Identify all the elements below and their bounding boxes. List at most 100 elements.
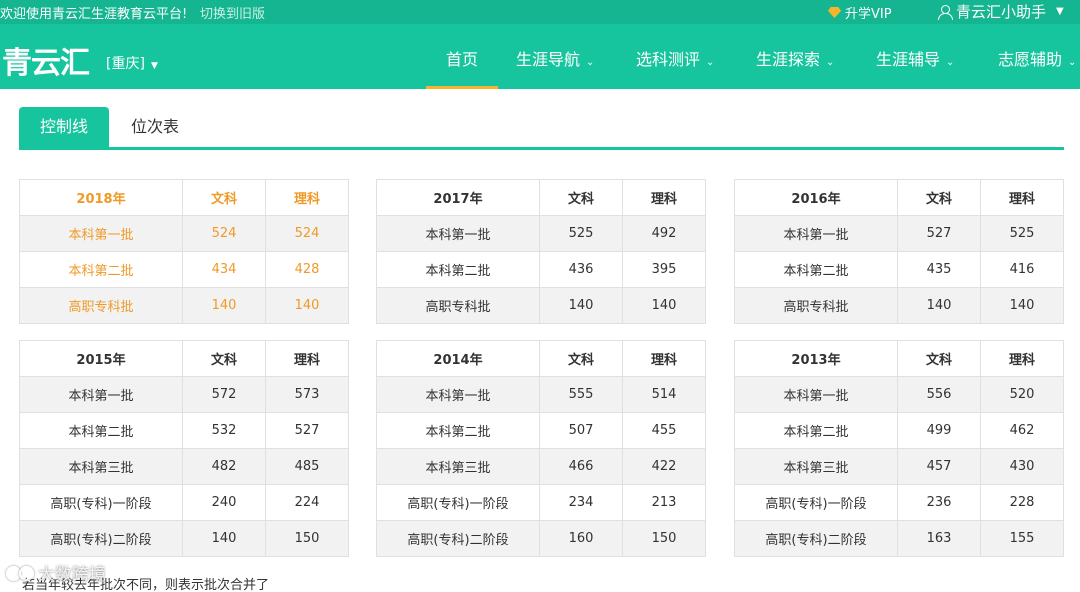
science-header: 理科	[622, 179, 706, 216]
user-icon	[938, 4, 953, 20]
batch-cell: 本科第三批	[19, 448, 183, 485]
science-header: 理科	[265, 179, 349, 216]
arts-score-cell: 140	[539, 287, 623, 324]
switch-old-version-link[interactable]: 切换到旧版	[200, 3, 265, 22]
batch-cell: 本科第二批	[19, 251, 183, 288]
nav-application-assist[interactable]: 志愿辅助 ⌄	[998, 46, 1076, 89]
arts-header: 文科	[539, 179, 623, 216]
science-score-cell: 485	[265, 448, 349, 485]
science-score-cell: 155	[980, 520, 1064, 557]
tab-control-line[interactable]: 控制线	[19, 107, 109, 147]
batch-cell: 本科第一批	[19, 376, 183, 413]
arts-score-cell: 556	[897, 376, 981, 413]
city-label: [重庆]	[106, 56, 145, 72]
arts-header: 文科	[539, 340, 623, 377]
table-row: 本科第一批 555 514	[376, 376, 706, 413]
arts-score-cell: 507	[539, 412, 623, 449]
nav-career-explore[interactable]: 生涯探索 ⌄	[756, 46, 834, 89]
science-header: 理科	[980, 340, 1064, 377]
chevron-down-icon: ⌄	[946, 57, 955, 68]
welcome-text: 欢迎使用青云汇生涯教育云平台!	[0, 7, 188, 22]
science-score-cell: 228	[980, 484, 1064, 521]
science-header: 理科	[980, 179, 1064, 216]
science-score-cell: 395	[622, 251, 706, 288]
arts-header: 文科	[897, 340, 981, 377]
table-row: 高职专科批 140 140	[734, 287, 1064, 324]
arts-score-cell: 140	[182, 520, 266, 557]
nav-subject-test[interactable]: 选科测评 ⌄	[636, 46, 714, 89]
table-row: 本科第二批 434 428	[19, 251, 349, 288]
helper-menu[interactable]: 青云汇小助手 ▼	[938, 1, 1064, 22]
table-row: 本科第二批 435 416	[734, 251, 1064, 288]
batch-cell: 本科第一批	[376, 215, 540, 252]
table-row: 本科第一批 525 492	[376, 215, 706, 252]
batch-cell: 本科第二批	[376, 251, 540, 288]
year-header: 2017年	[376, 179, 540, 216]
arts-score-cell: 140	[897, 287, 981, 324]
science-score-cell: 150	[265, 520, 349, 557]
table-header-row: 2016年 文科 理科	[734, 179, 1064, 216]
batch-cell: 高职(专科)一阶段	[376, 484, 540, 521]
science-score-cell: 462	[980, 412, 1064, 449]
science-score-cell: 213	[622, 484, 706, 521]
batch-cell: 本科第一批	[19, 215, 183, 252]
batch-cell: 高职(专科)一阶段	[19, 484, 183, 521]
arts-header: 文科	[182, 179, 266, 216]
arts-score-cell: 527	[897, 215, 981, 252]
arts-score-cell: 466	[539, 448, 623, 485]
chevron-down-icon: ⌄	[706, 57, 715, 68]
table-row: 高职(专科)一阶段 234 213	[376, 484, 706, 521]
arts-score-cell: 524	[182, 215, 266, 252]
batch-cell: 高职专科批	[734, 287, 898, 324]
table-row: 本科第二批 499 462	[734, 412, 1064, 449]
batch-cell: 本科第一批	[734, 215, 898, 252]
science-score-cell: 525	[980, 215, 1064, 252]
table-header-row: 2018年 文科 理科	[19, 179, 349, 216]
batch-cell: 本科第三批	[376, 448, 540, 485]
table-row: 本科第一批 527 525	[734, 215, 1064, 252]
science-score-cell: 140	[622, 287, 706, 324]
nav-home[interactable]: 首页	[425, 46, 499, 89]
logo[interactable]: 青云汇	[2, 38, 90, 82]
chevron-down-icon: ⌄	[1068, 57, 1077, 68]
batch-cell: 本科第二批	[734, 251, 898, 288]
nav-career-coaching[interactable]: 生涯辅导 ⌄	[876, 46, 954, 89]
table-row: 高职专科批 140 140	[19, 287, 349, 324]
arts-score-cell: 434	[182, 251, 266, 288]
nav-career-coaching-label: 生涯辅导	[876, 50, 941, 69]
vip-link[interactable]: 升学VIP	[828, 3, 892, 22]
table-row: 高职(专科)一阶段 236 228	[734, 484, 1064, 521]
table-row: 本科第一批 524 524	[19, 215, 349, 252]
top-strip: 欢迎使用青云汇生涯教育云平台! 切换到旧版 升学VIP 青云汇小助手 ▼	[0, 0, 1080, 24]
batch-cell: 本科第二批	[19, 412, 183, 449]
batch-cell: 本科第二批	[734, 412, 898, 449]
arts-score-cell: 532	[182, 412, 266, 449]
science-score-cell: 416	[980, 251, 1064, 288]
science-score-cell: 430	[980, 448, 1064, 485]
science-score-cell: 520	[980, 376, 1064, 413]
table-row: 高职(专科)二阶段 163 155	[734, 520, 1064, 557]
batch-cell: 高职专科批	[19, 287, 183, 324]
arts-score-cell: 436	[539, 251, 623, 288]
table-header-row: 2014年 文科 理科	[376, 340, 706, 377]
nav-career-guide[interactable]: 生涯导航 ⌄	[516, 46, 594, 89]
science-score-cell: 527	[265, 412, 349, 449]
table-row: 高职(专科)二阶段 140 150	[19, 520, 349, 557]
city-selector[interactable]: [重庆] ▼	[106, 53, 158, 73]
nav-career-guide-label: 生涯导航	[516, 50, 581, 69]
nav-subject-test-label: 选科测评	[636, 50, 701, 69]
caret-down-icon: ▼	[150, 61, 158, 71]
vip-label: 升学VIP	[845, 7, 892, 22]
helper-label: 青云汇小助手	[956, 3, 1047, 21]
watermark: 大数跨境	[6, 560, 106, 585]
science-score-cell: 140	[265, 287, 349, 324]
control-line-table-2018: 2018年 文科 理科 本科第一批 524 524 本科第二批 434 428 高职专科…	[19, 179, 349, 324]
science-score-cell: 140	[980, 287, 1064, 324]
table-row: 本科第二批 532 527	[19, 412, 349, 449]
nav-career-explore-label: 生涯探索	[756, 50, 821, 69]
batch-cell: 高职(专科)二阶段	[19, 520, 183, 557]
table-header-row: 2015年 文科 理科	[19, 340, 349, 377]
science-score-cell: 422	[622, 448, 706, 485]
batch-cell: 本科第一批	[376, 376, 540, 413]
tab-rank-table[interactable]: 位次表	[127, 107, 183, 147]
